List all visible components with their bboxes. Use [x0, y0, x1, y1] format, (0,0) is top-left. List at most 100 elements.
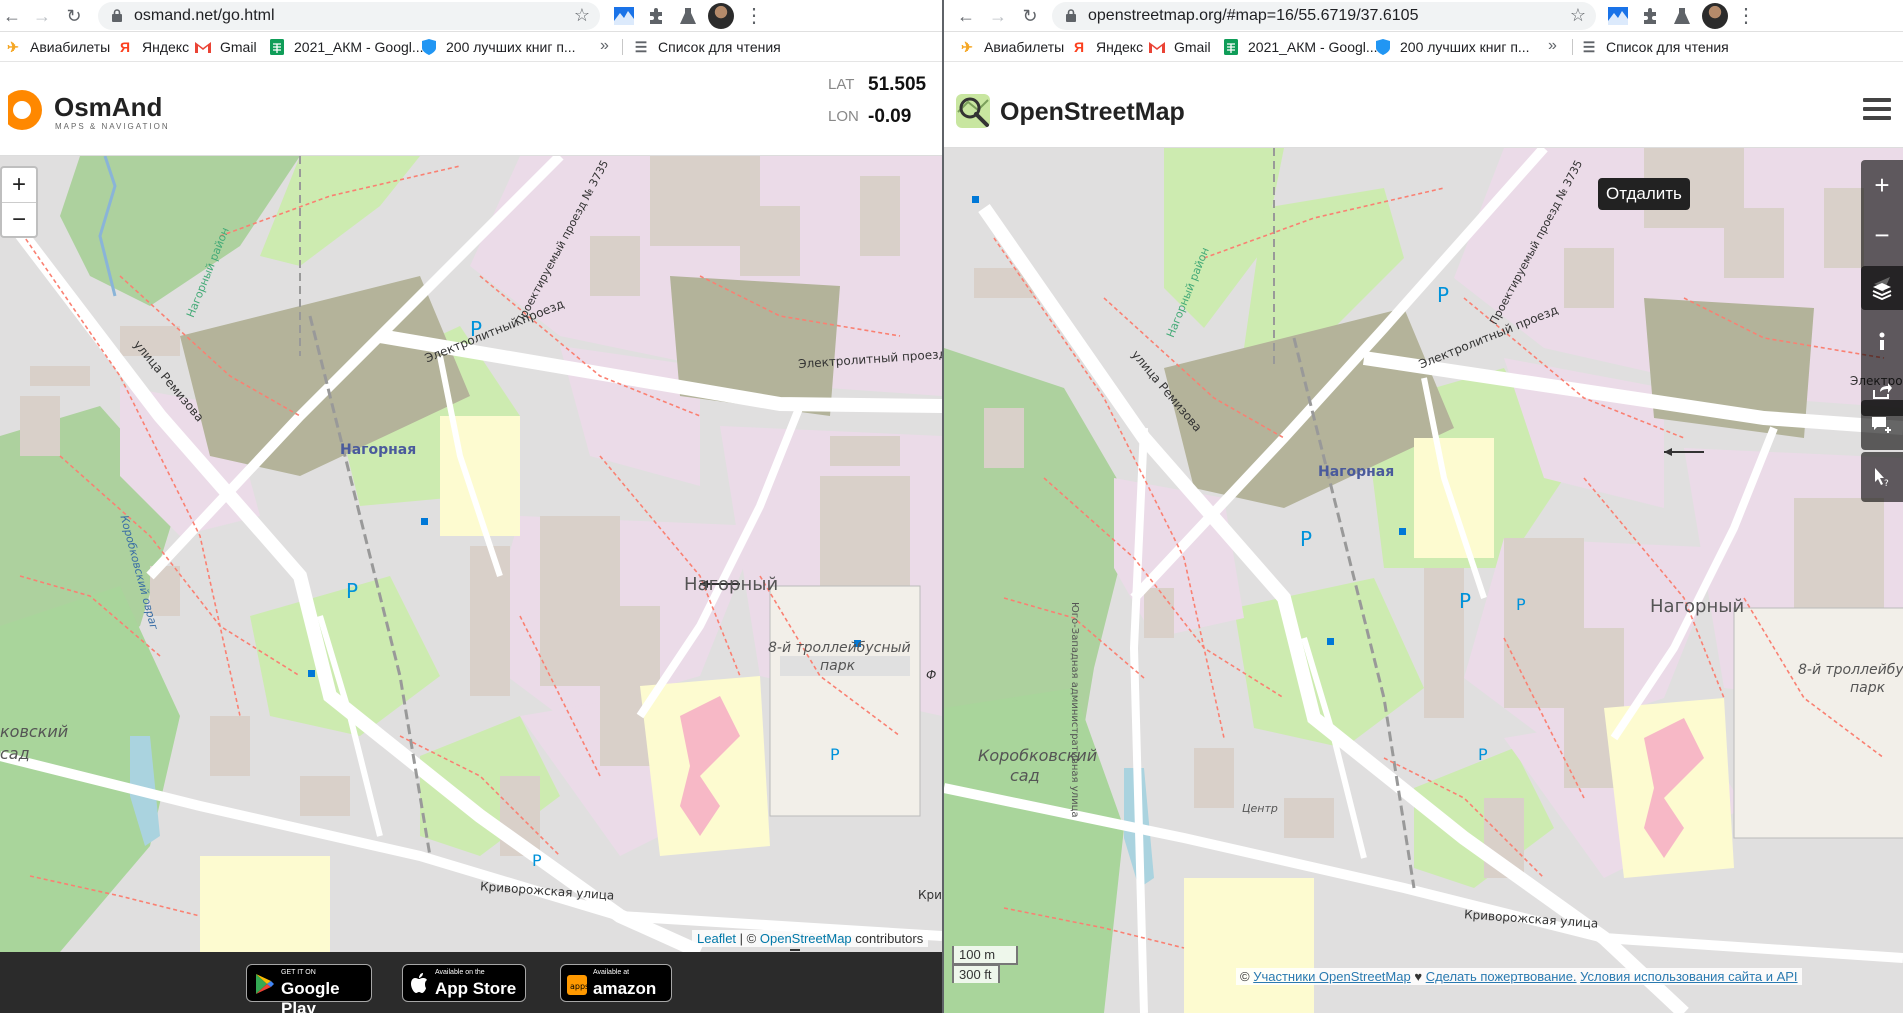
mountain-extension-icon[interactable]: [1606, 4, 1630, 28]
label-park-1: Коробковский: [978, 746, 1098, 765]
osmand-tagline: MAPS & NAVIGATION: [55, 122, 170, 131]
openstreetmap-browser-window: ← → ↻ openstreetmap.org/#map=16/55.6719/…: [944, 0, 1903, 1013]
plane-icon: ✈: [961, 38, 973, 55]
reading-list-icon: ☰: [1582, 38, 1596, 55]
reading-list[interactable]: ☰ Список для чтения: [1580, 38, 1729, 56]
bookmark-books[interactable]: 200 лучших книг п...: [420, 38, 576, 56]
lock-icon: [1066, 9, 1076, 22]
forward-arrow-icon[interactable]: →: [30, 4, 54, 28]
sheets-icon: [268, 39, 286, 55]
add-note-icon[interactable]: [1861, 400, 1903, 450]
back-arrow-icon[interactable]: ←: [954, 4, 978, 28]
bookmarks-divider: [1572, 39, 1573, 55]
svg-text:P: P: [1437, 283, 1449, 307]
map-key-icon[interactable]: [1861, 316, 1903, 366]
map-attribution: Leaflet | © OpenStreetMap contributors: [692, 930, 929, 947]
leaflet-link[interactable]: Leaflet: [697, 931, 736, 946]
bookmark-gmail[interactable]: Gmail: [194, 38, 257, 56]
label-park-2: сад: [0, 744, 30, 763]
note-tools: [1861, 400, 1903, 450]
menu-kebab-icon[interactable]: ⋮: [1736, 4, 1756, 28]
bookmark-star-icon[interactable]: ☆: [1570, 5, 1586, 26]
zoom-out-tooltip: Отдалить: [1598, 178, 1690, 210]
profile-avatar[interactable]: [708, 3, 734, 29]
gmail-icon: [1148, 39, 1166, 55]
flask-extension-icon[interactable]: [1670, 4, 1694, 28]
svg-text:P: P: [1516, 595, 1526, 614]
bookmarks-overflow[interactable]: »: [600, 37, 609, 55]
osmand-map-tiles: P P P P: [0, 156, 942, 952]
reload-icon[interactable]: ↻: [62, 4, 86, 28]
address-bar[interactable]: openstreetmap.org/#map=16/55.6719/37.610…: [1052, 2, 1596, 30]
google-play-badge[interactable]: GET IT ON Google Play: [246, 964, 372, 1013]
donate-link[interactable]: Сделать пожертвование.: [1426, 969, 1577, 984]
bookmark-yandex[interactable]: Я Яндекс: [116, 38, 189, 56]
amazon-badge[interactable]: apps Available at amazon: [560, 964, 672, 1002]
browser-toolbar: ← → ↻ openstreetmap.org/#map=16/55.6719/…: [944, 0, 1903, 32]
zoom-in-button[interactable]: +: [1861, 160, 1903, 210]
label-district-nagorny: Нагорный: [684, 574, 779, 595]
osmand-brand[interactable]: OsmAnd: [54, 92, 162, 123]
app-store-badge[interactable]: Available on the App Store: [402, 964, 526, 1002]
bookmark-yandex[interactable]: Я Яндекс: [1070, 38, 1143, 56]
bookmark-aviabilety[interactable]: ✈ Авиабилеты: [958, 38, 1064, 56]
bookmark-akm[interactable]: 2021_АКМ - Googl...: [1222, 38, 1378, 56]
zoom-control: + −: [0, 166, 38, 238]
label-park-1: ковский: [0, 722, 69, 741]
lat-label: LAT: [828, 76, 855, 93]
attribution-contributors: contributors: [855, 931, 924, 946]
zoom-out-button[interactable]: −: [2, 202, 36, 236]
label-trolley-park-1: 8-й троллейбу: [1798, 662, 1903, 678]
osmand-logo-icon[interactable]: [0, 88, 44, 132]
puzzle-extension-icon[interactable]: [644, 4, 668, 28]
address-bar[interactable]: osmand.net/go.html ☆: [98, 2, 600, 30]
forward-arrow-icon[interactable]: →: [986, 4, 1010, 28]
reading-list-icon: ☰: [634, 38, 648, 55]
url-text: openstreetmap.org/#map=16/55.6719/37.610…: [1088, 7, 1419, 24]
svg-text:P: P: [1300, 527, 1312, 551]
sheets-icon: [1222, 39, 1240, 55]
menu-kebab-icon[interactable]: ⋮: [744, 4, 764, 28]
bookmark-aviabilety[interactable]: ✈ Авиабилеты: [4, 38, 110, 56]
reading-list[interactable]: ☰ Список для чтения: [632, 38, 781, 56]
bookmarks-overflow[interactable]: »: [1548, 37, 1557, 55]
svg-text:?: ?: [1884, 479, 1889, 487]
zoom-in-button[interactable]: +: [2, 168, 36, 202]
profile-avatar[interactable]: [1702, 3, 1728, 29]
reload-icon[interactable]: ↻: [1018, 4, 1042, 28]
label-kriv-cut: Крив: [918, 888, 942, 902]
osm-contributors-link[interactable]: Участники OpenStreetMap: [1253, 969, 1411, 984]
attribution-separator: | ©: [739, 931, 757, 946]
apple-icon: [411, 973, 427, 993]
zoom-out-button[interactable]: −: [1861, 210, 1903, 260]
openstreetmap-link[interactable]: OpenStreetMap: [760, 931, 852, 946]
label-trolley-park-2: парк: [820, 658, 856, 674]
puzzle-extension-icon[interactable]: [1638, 4, 1662, 28]
mountain-extension-icon[interactable]: [612, 4, 636, 28]
openstreetmap-logo-icon[interactable]: [954, 92, 992, 130]
label-f-cut: Ф: [926, 668, 937, 682]
svg-text:P: P: [830, 745, 840, 764]
bookmark-akm[interactable]: 2021_АКМ - Googl...: [268, 38, 424, 56]
svg-text:P: P: [346, 579, 358, 603]
bookmark-books[interactable]: 200 лучших книг п...: [1374, 38, 1530, 56]
bookmark-gmail[interactable]: Gmail: [1148, 38, 1211, 56]
hamburger-menu-icon[interactable]: [1863, 98, 1891, 124]
openstreetmap-map[interactable]: P P P P P улица Ремизова Электролитный п…: [944, 148, 1903, 1013]
lat-value: 51.505: [868, 74, 927, 95]
lock-icon: [112, 9, 122, 22]
bookmark-star-icon[interactable]: ☆: [574, 5, 590, 26]
layers-icon[interactable]: [1861, 266, 1903, 316]
bookmarks-bar: ✈ Авиабилеты Я Яндекс Gmail 2021_АКМ - Goo…: [0, 32, 942, 62]
svg-text:P: P: [532, 851, 542, 870]
scale-metric: 100 m: [952, 946, 1018, 965]
openstreetmap-brand[interactable]: OpenStreetMap: [1000, 98, 1185, 127]
terms-link[interactable]: Условия использования сайта и API: [1580, 969, 1797, 984]
osmand-map[interactable]: P P P P улица Ремизова Электролитный про…: [0, 156, 942, 952]
lon-label: LON: [828, 108, 859, 125]
query-features-icon[interactable]: ?: [1861, 452, 1903, 502]
plane-icon: ✈: [7, 38, 19, 55]
lon-value: -0.09: [868, 106, 912, 127]
back-arrow-icon[interactable]: ←: [0, 4, 24, 28]
flask-extension-icon[interactable]: [676, 4, 700, 28]
